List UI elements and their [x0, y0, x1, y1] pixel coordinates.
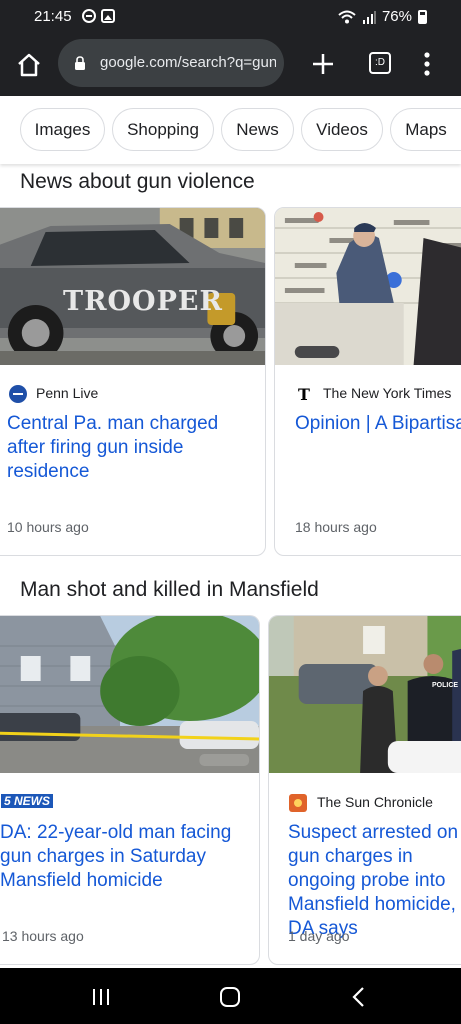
tab-switcher-button[interactable]: :D [369, 52, 391, 74]
crime-scene-street-image [0, 616, 259, 773]
news-age: 13 hours ago [2, 928, 84, 944]
sun-chronicle-logo-icon [289, 794, 307, 812]
wifi-icon [338, 10, 356, 23]
news-age: 18 hours ago [295, 519, 377, 535]
gun-store-illustration-image [275, 208, 461, 365]
home-icon[interactable] [14, 50, 44, 80]
recent-apps-icon[interactable] [90, 988, 112, 1006]
news-headline[interactable]: Central Pa. man charged after firing gun… [7, 412, 257, 484]
battery-percent: 76% [381, 8, 412, 25]
status-time: 21:45 [34, 8, 72, 25]
section-title-mansfield: Man shot and killed in Mansfield [20, 578, 319, 601]
chip-images[interactable]: Images [20, 108, 105, 151]
news-source: 5 NEWS [1, 794, 54, 808]
new-tab-icon[interactable] [308, 49, 338, 79]
news-card[interactable]: TROOPER Penn Live Central Pa. man charge… [0, 207, 266, 556]
chip-shopping[interactable]: Shopping [112, 108, 214, 151]
penn-live-logo-icon [9, 385, 27, 403]
signal-icon [362, 10, 376, 24]
lock-icon [75, 56, 85, 70]
news-headline[interactable]: Suspect arrested on gun charges in ongoi… [288, 821, 461, 941]
police-vest-text: POLICE [432, 682, 459, 689]
gallery-notification-icon [101, 9, 115, 23]
news-source: Penn Live [36, 385, 99, 401]
news-source: The Sun Chronicle [317, 794, 433, 810]
news-headline[interactable]: Opinion | A Bipartisan Gun Control Measu… [295, 412, 461, 436]
back-icon[interactable] [350, 986, 368, 1008]
news-card[interactable]: 5 NEWS DA: 22-year-old man facing gun ch… [0, 615, 260, 965]
news-card[interactable]: T The New York Times Opinion | A Biparti… [274, 207, 461, 556]
browser-toolbar: google.com/search?q=gun :D [0, 34, 461, 96]
status-bar: 21:45 76% [0, 0, 461, 34]
home-nav-icon[interactable] [220, 987, 240, 1007]
police-arrest-scene-image [269, 616, 461, 773]
news-age: 1 day ago [288, 928, 350, 944]
news-card[interactable]: POLICE The Sun Chronicle Suspect arreste… [268, 615, 461, 965]
news-source: The New York Times [323, 385, 452, 401]
url-text[interactable]: google.com/search?q=gun [100, 54, 276, 71]
image-caption-text: TROOPER [63, 286, 223, 317]
do-not-disturb-icon [82, 9, 96, 23]
chip-news[interactable]: News [221, 108, 294, 151]
news-age: 10 hours ago [7, 519, 89, 535]
search-filter-chips: Images Shopping News Videos Maps [0, 96, 461, 164]
nyt-logo-icon: T [298, 385, 310, 403]
section-title-gun-violence: News about gun violence [20, 170, 255, 193]
news-headline[interactable]: DA: 22-year-old man facing gun charges i… [0, 821, 255, 893]
chip-videos[interactable]: Videos [301, 108, 383, 151]
address-bar[interactable]: google.com/search?q=gun [58, 39, 284, 87]
system-navigation-bar [0, 968, 461, 1024]
chip-maps[interactable]: Maps [390, 108, 461, 151]
svg-text:T: T [298, 385, 310, 403]
more-menu-icon[interactable] [418, 49, 436, 79]
battery-icon [418, 9, 427, 24]
